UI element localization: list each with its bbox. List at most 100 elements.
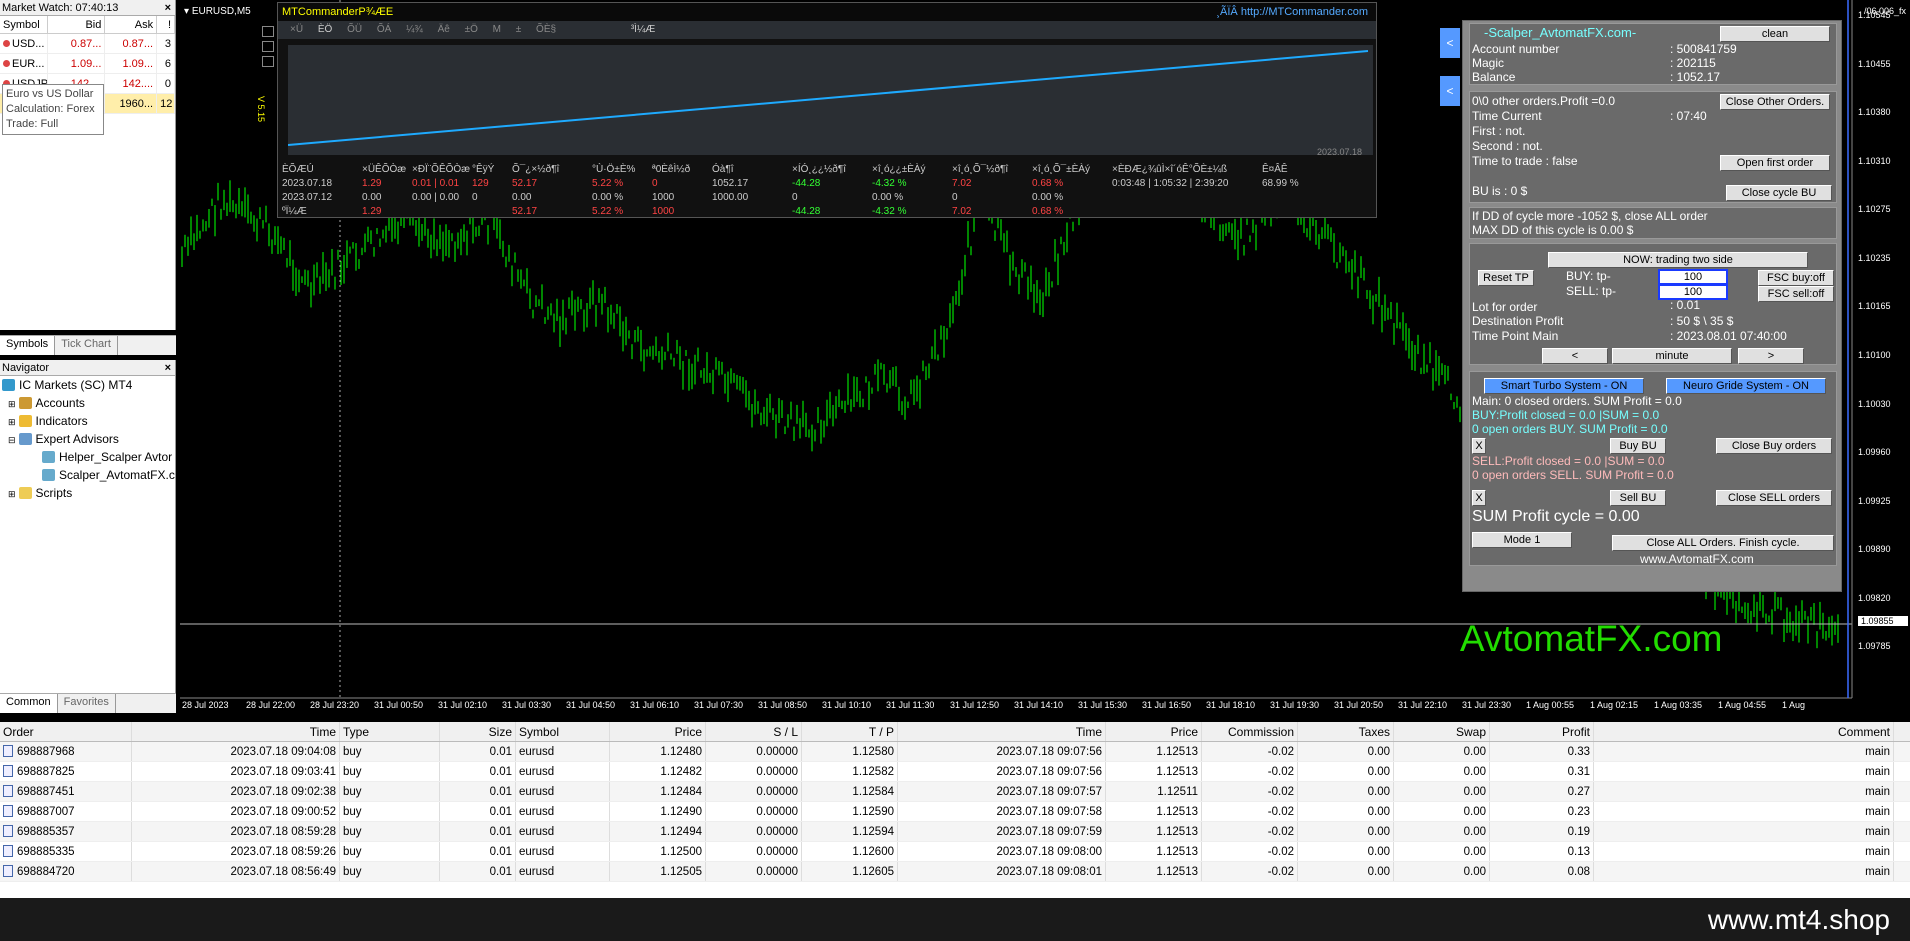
mini-toolbar-button[interactable] xyxy=(262,41,274,52)
navigator-item-ea[interactable]: Helper_Scalper Avtor xyxy=(0,448,175,466)
tab-symbols[interactable]: Symbols xyxy=(0,336,56,355)
lot-value: : 0.01 xyxy=(1670,298,1701,312)
trading-mode-button[interactable]: NOW: trading two side xyxy=(1548,252,1808,268)
close-all-button[interactable]: Close ALL Orders. Finish cycle. xyxy=(1612,535,1834,551)
table-row[interactable]: 698887825 2023.07.18 09:03:41 buy 0.01 eurus… xyxy=(0,762,1910,782)
column-header[interactable]: Swap xyxy=(1394,722,1490,741)
site-link[interactable]: www.AvtomatFX.com xyxy=(1640,552,1754,566)
toolbar-button[interactable]: ³Ì¼Æ xyxy=(631,24,655,35)
clean-button[interactable]: clean xyxy=(1720,26,1830,42)
column-header[interactable]: Time xyxy=(898,722,1106,741)
second-order-text: Second : not. xyxy=(1472,139,1543,153)
table-row[interactable]: 698885335 2023.07.18 08:59:26 buy 0.01 eurus… xyxy=(0,842,1910,862)
navigator-item-indicators[interactable]: ⊞ Indicators xyxy=(0,412,175,430)
navigator-root[interactable]: IC Markets (SC) MT4 xyxy=(0,376,175,394)
toolbar-button[interactable]: ÕÜ xyxy=(347,24,362,35)
open-first-order-button[interactable]: Open first order xyxy=(1720,155,1830,171)
stats-cell: ×ÐÏ¨ÕÊÕÒæ xyxy=(412,164,471,175)
prev-time-button[interactable]: < xyxy=(1542,348,1608,364)
col-symbol[interactable]: Symbol xyxy=(0,16,48,33)
close-icon[interactable]: × xyxy=(165,360,171,375)
buy-tp-input[interactable]: 100 xyxy=(1658,269,1728,285)
table-row[interactable]: 698884720 2023.07.18 08:56:49 buy 0.01 eurus… xyxy=(0,862,1910,882)
stats-row: 2023.07.12 0.00 0.00 | 0.00 0 0.00 0.00 % 1000… xyxy=(282,191,1372,205)
time-unit-button[interactable]: minute xyxy=(1612,348,1732,364)
navigator-item-accounts[interactable]: ⊞ Accounts xyxy=(0,394,175,412)
toolbar-button[interactable]: ÕÈ§ xyxy=(536,24,556,35)
expand-icon[interactable]: ⊞ xyxy=(8,399,16,409)
table-cell: 2023.07.18 09:03:41 xyxy=(132,762,340,781)
table-row[interactable]: 698887968 2023.07.18 09:04:08 buy 0.01 eurus… xyxy=(0,742,1910,762)
table-cell: 1.12513 xyxy=(1106,862,1202,881)
toolbar-button[interactable]: Äê xyxy=(438,24,450,35)
buy-open-text: 0 open orders BUY. SUM Profit = 0.0 xyxy=(1472,422,1668,436)
symbol-row[interactable]: USD... 0.87... 0.87... 3 xyxy=(0,34,175,54)
side-collapse-button[interactable]: < xyxy=(1440,76,1460,106)
column-header[interactable]: Commission xyxy=(1202,722,1298,741)
table-cell: 1.12605 xyxy=(802,862,898,881)
mode-button[interactable]: Mode 1 xyxy=(1472,532,1572,548)
symbol-row[interactable]: EUR... 1.09... 1.09... 6 xyxy=(0,54,175,74)
smart-turbo-button[interactable]: Smart Turbo System - ON xyxy=(1484,378,1644,394)
collapse-icon[interactable]: ⊟ xyxy=(8,435,16,445)
column-header[interactable]: Comment xyxy=(1594,722,1894,741)
tab-common[interactable]: Common xyxy=(0,694,58,713)
column-header[interactable]: Time xyxy=(132,722,340,741)
side-collapse-button[interactable]: < xyxy=(1440,28,1460,58)
mini-toolbar-button[interactable] xyxy=(262,26,274,37)
close-sell-button[interactable]: Close SELL orders xyxy=(1716,490,1832,506)
toolbar-button[interactable]: ± xyxy=(516,24,522,35)
max-dd-text: MAX DD of this cycle is 0.00 $ xyxy=(1472,223,1634,237)
toolbar-button[interactable]: ±Ö xyxy=(465,24,478,35)
col-ask[interactable]: Ask xyxy=(105,16,158,33)
close-other-orders-button[interactable]: Close Other Orders. xyxy=(1720,94,1830,110)
orders-section: 0\0 other orders.Profit =0.0 Close Other… xyxy=(1469,91,1837,203)
next-time-button[interactable]: > xyxy=(1738,348,1804,364)
table-row[interactable]: 698887451 2023.07.18 09:02:38 buy 0.01 eurus… xyxy=(0,782,1910,802)
tab-favorites[interactable]: Favorites xyxy=(58,694,116,713)
stats-cell: ª0ÈêÌ½ð xyxy=(652,164,691,175)
toolbar-button[interactable]: ×Ü xyxy=(290,24,303,35)
table-row[interactable]: 698885357 2023.07.18 08:59:28 buy 0.01 eurus… xyxy=(0,822,1910,842)
column-header[interactable]: Size xyxy=(440,722,516,741)
column-header[interactable]: S / L xyxy=(706,722,802,741)
close-icon[interactable]: × xyxy=(165,0,171,15)
mini-toolbar-button[interactable] xyxy=(262,56,274,67)
fsc-sell-button[interactable]: FSC sell:off xyxy=(1758,286,1834,302)
navigator-item-scripts[interactable]: ⊞ Scripts xyxy=(0,484,175,502)
close-cycle-bu-button[interactable]: Close cycle BU xyxy=(1726,185,1832,201)
toolbar-button[interactable]: ÕÁ xyxy=(377,24,391,35)
column-header[interactable]: Price xyxy=(1106,722,1202,741)
table-row[interactable]: 698887007 2023.07.18 09:00:52 buy 0.01 eurus… xyxy=(0,802,1910,822)
toolbar-button[interactable]: ¼¾ xyxy=(406,24,423,35)
col-bid[interactable]: Bid xyxy=(48,16,106,33)
buy-bu-button[interactable]: Buy BU xyxy=(1610,438,1666,454)
col-spread[interactable]: ! xyxy=(157,16,175,33)
toolbar-button[interactable]: M xyxy=(493,24,501,35)
sell-bu-button[interactable]: Sell BU xyxy=(1610,490,1666,506)
navigator-item-ea[interactable]: Scalper_AvtomatFX.c xyxy=(0,466,175,484)
navigator-item-expert-advisors[interactable]: ⊟ Expert Advisors xyxy=(0,430,175,448)
neuro-grid-button[interactable]: Neuro Gride System - ON xyxy=(1666,378,1826,394)
column-header[interactable]: Price xyxy=(610,722,706,741)
column-header[interactable]: Profit xyxy=(1490,722,1594,741)
sell-x-button[interactable]: X xyxy=(1472,490,1486,506)
time-tick: 31 Jul 07:30 xyxy=(694,700,744,710)
toolbar-button[interactable]: ÈÖ xyxy=(318,24,332,35)
expand-icon[interactable]: ⊞ xyxy=(8,417,16,427)
mtcommander-link[interactable]: ¸ÃÏÂ http://MTCommander.com xyxy=(1216,3,1368,21)
column-header[interactable]: Order xyxy=(0,722,132,741)
column-header[interactable]: T / P xyxy=(802,722,898,741)
column-header[interactable]: Symbol xyxy=(516,722,610,741)
column-header[interactable]: Type xyxy=(340,722,440,741)
buy-x-button[interactable]: X xyxy=(1472,438,1486,454)
expand-icon[interactable]: ⊞ xyxy=(8,489,16,499)
table-cell: 0.00 xyxy=(1394,822,1490,841)
close-buy-button[interactable]: Close Buy orders xyxy=(1716,438,1832,454)
order-id: 698885335 xyxy=(17,846,75,858)
column-header[interactable]: Taxes xyxy=(1298,722,1394,741)
table-cell: 1.12594 xyxy=(802,822,898,841)
fsc-buy-button[interactable]: FSC buy:off xyxy=(1758,270,1834,286)
tab-tick-chart[interactable]: Tick Chart xyxy=(55,336,118,355)
reset-tp-button[interactable]: Reset TP xyxy=(1478,270,1534,286)
